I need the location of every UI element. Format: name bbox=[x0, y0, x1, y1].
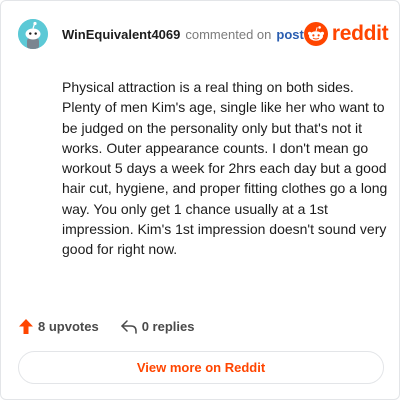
snoo-avatar-icon[interactable] bbox=[18, 19, 48, 49]
reddit-logo-icon bbox=[303, 22, 328, 46]
reddit-brand[interactable]: reddit bbox=[303, 22, 389, 46]
comment-meta: WinEquivalent4069 commented on post bbox=[62, 27, 304, 42]
view-more-button[interactable]: View more on Reddit bbox=[18, 351, 384, 384]
upvote-button[interactable]: 8 upvotes bbox=[19, 319, 99, 334]
reddit-wordmark: reddit bbox=[331, 22, 389, 45]
comment-embed-card: WinEquivalent4069 commented on post redd… bbox=[0, 0, 400, 400]
comment-actions: 8 upvotes 0 replies bbox=[19, 319, 194, 334]
upvote-arrow-icon bbox=[19, 319, 33, 334]
commented-on-label: commented on bbox=[185, 26, 272, 42]
reply-arrow-icon bbox=[120, 319, 137, 334]
post-link[interactable]: post bbox=[276, 27, 303, 42]
username-link[interactable]: WinEquivalent4069 bbox=[62, 27, 180, 42]
reply-count: 0 replies bbox=[141, 319, 195, 334]
comment-header: WinEquivalent4069 commented on post redd… bbox=[18, 19, 389, 49]
replies-button[interactable]: 0 replies bbox=[120, 319, 195, 334]
comment-text: Physical attraction is a real thing on b… bbox=[62, 79, 388, 258]
upvote-count: 8 upvotes bbox=[38, 319, 99, 334]
